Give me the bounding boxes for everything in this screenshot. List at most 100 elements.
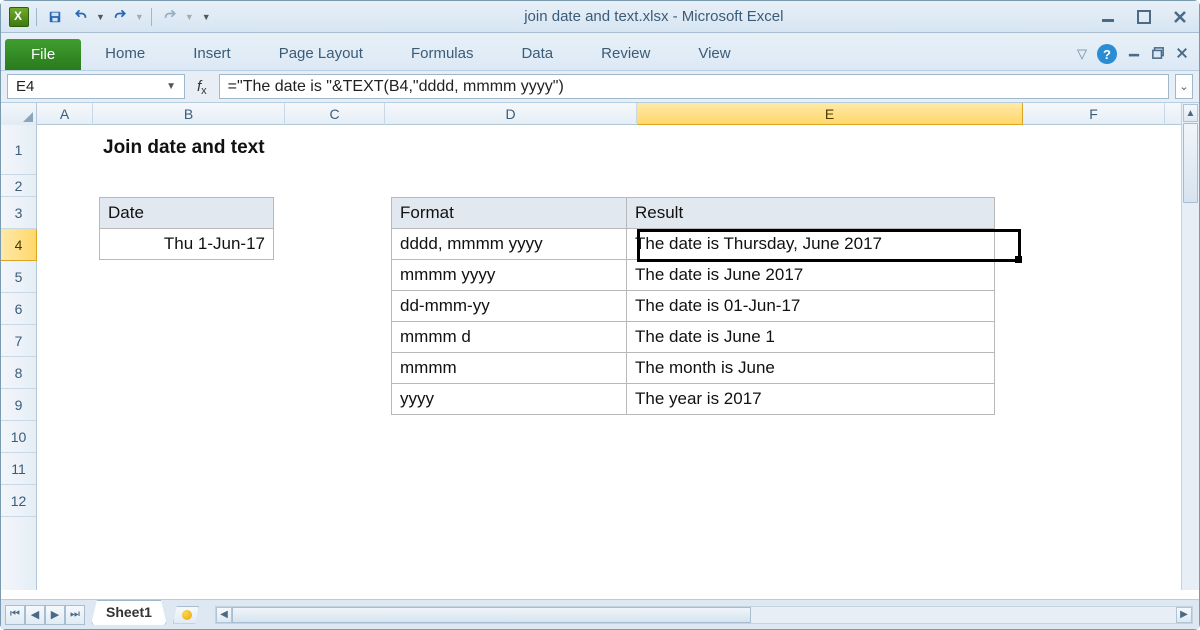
- ribbon-tabs: File Home Insert Page Layout Formulas Da…: [1, 33, 1199, 71]
- workbook-close-button[interactable]: [1175, 47, 1189, 62]
- ribbon-collapse-icon[interactable]: ▽: [1077, 46, 1087, 62]
- format-cell[interactable]: dddd, mmmm yyyy: [392, 229, 627, 260]
- fx-icon[interactable]: fx: [191, 78, 213, 95]
- save-button[interactable]: [44, 6, 66, 28]
- redo-button-2[interactable]: [159, 6, 181, 28]
- date-value[interactable]: Thu 1-Jun-17: [100, 229, 274, 260]
- sheet-tab-1[interactable]: Sheet1: [91, 600, 167, 625]
- close-icon: [1172, 10, 1188, 24]
- format-cell[interactable]: dd-mmm-yy: [392, 291, 627, 322]
- tab-page-layout[interactable]: Page Layout: [255, 37, 387, 70]
- table-row: mmmm dThe date is June 1: [392, 322, 995, 353]
- window-controls: [1097, 8, 1191, 26]
- formula-input[interactable]: ="The date is "&TEXT(B4,"dddd, mmmm yyyy…: [219, 74, 1169, 99]
- table-row: dddd, mmmm yyyyThe date is Thursday, Jun…: [392, 229, 995, 260]
- table-row: yyyyThe year is 2017: [392, 384, 995, 415]
- maximize-button[interactable]: [1133, 8, 1155, 26]
- vertical-scrollbar[interactable]: ▲: [1181, 103, 1199, 590]
- format-result-table: Format Result dddd, mmmm yyyyThe date is…: [391, 197, 995, 415]
- result-header: Result: [627, 198, 995, 229]
- redo-icon: [113, 10, 127, 24]
- excel-icon[interactable]: [9, 7, 29, 27]
- redo-button[interactable]: [109, 6, 131, 28]
- workbook-restore-button[interactable]: [1151, 47, 1165, 62]
- scroll-left-button[interactable]: ◀: [216, 607, 232, 623]
- chevron-down-icon[interactable]: ▼: [166, 81, 176, 92]
- vscroll-thumb[interactable]: [1183, 123, 1198, 203]
- row-header-3[interactable]: 3: [1, 197, 36, 229]
- last-sheet-button[interactable]: ⏭: [65, 605, 85, 625]
- result-cell[interactable]: The month is June: [627, 353, 995, 384]
- scroll-up-button[interactable]: ▲: [1183, 104, 1198, 122]
- col-header-A[interactable]: A: [37, 103, 93, 125]
- prev-sheet-button[interactable]: ◀: [25, 605, 45, 625]
- minimize-icon: [1100, 10, 1116, 24]
- horizontal-scrollbar[interactable]: ◀ ▶: [215, 606, 1193, 624]
- undo-button[interactable]: [70, 6, 92, 28]
- result-cell[interactable]: The year is 2017: [627, 384, 995, 415]
- tab-data[interactable]: Data: [497, 37, 577, 70]
- close-button[interactable]: [1169, 8, 1191, 26]
- result-cell[interactable]: The date is Thursday, June 2017: [627, 229, 995, 260]
- tab-insert[interactable]: Insert: [169, 37, 255, 70]
- file-tab[interactable]: File: [5, 39, 81, 70]
- row-header-2[interactable]: 2: [1, 175, 36, 197]
- row-header-7[interactable]: 7: [1, 325, 36, 357]
- format-cell[interactable]: mmmm yyyy: [392, 260, 627, 291]
- row-header-5[interactable]: 5: [1, 261, 36, 293]
- row-header-10[interactable]: 10: [1, 421, 36, 453]
- name-box[interactable]: E4 ▼: [7, 74, 185, 99]
- table-row: mmmmThe month is June: [392, 353, 995, 384]
- tab-review[interactable]: Review: [577, 37, 674, 70]
- date-header: Date: [100, 198, 274, 229]
- table-row: dd-mmm-yyThe date is 01-Jun-17: [392, 291, 995, 322]
- column-headers: A B C D E F: [1, 103, 1181, 125]
- col-header-C[interactable]: C: [285, 103, 385, 125]
- worksheet-grid[interactable]: A B C D E F 123456789101112 Join date an…: [1, 103, 1199, 590]
- formula-bar-expand[interactable]: ⌄: [1175, 74, 1193, 99]
- redo-icon: [163, 10, 177, 24]
- help-button[interactable]: ?: [1097, 44, 1117, 64]
- cells-area[interactable]: Join date and text Date Thu 1-Jun-17 For…: [37, 125, 1181, 590]
- tab-view[interactable]: View: [674, 37, 754, 70]
- row-header-4[interactable]: 4: [1, 229, 37, 261]
- row-header-8[interactable]: 8: [1, 357, 36, 389]
- scroll-right-button[interactable]: ▶: [1176, 607, 1192, 623]
- col-header-D[interactable]: D: [385, 103, 637, 125]
- minimize-button[interactable]: [1097, 8, 1119, 26]
- result-cell[interactable]: The date is 01-Jun-17: [627, 291, 995, 322]
- sheet-tab-bar: ⏮ ◀ ▶ ⏭ Sheet1 ◀ ▶: [1, 599, 1199, 629]
- tab-formulas[interactable]: Formulas: [387, 37, 498, 70]
- date-table: Date Thu 1-Jun-17: [99, 197, 274, 260]
- col-header-F[interactable]: F: [1023, 103, 1165, 125]
- format-cell[interactable]: mmmm: [392, 353, 627, 384]
- result-cell[interactable]: The date is June 2017: [627, 260, 995, 291]
- tab-home[interactable]: Home: [81, 37, 169, 70]
- window-title: join date and text.xlsx - Microsoft Exce…: [211, 8, 1097, 25]
- new-sheet-button[interactable]: [173, 606, 199, 624]
- workbook-minimize-button[interactable]: [1127, 47, 1141, 62]
- col-header-E[interactable]: E: [637, 103, 1023, 125]
- format-cell[interactable]: yyyy: [392, 384, 627, 415]
- hscroll-thumb[interactable]: [232, 607, 751, 623]
- formula-text: ="The date is "&TEXT(B4,"dddd, mmmm yyyy…: [228, 78, 564, 96]
- quick-access-toolbar: ▼ ▼ ▼ ▼: [9, 6, 211, 28]
- row-header-1[interactable]: 1: [1, 125, 36, 175]
- row-header-9[interactable]: 9: [1, 389, 36, 421]
- name-box-value: E4: [16, 78, 34, 95]
- result-cell[interactable]: The date is June 1: [627, 322, 995, 353]
- col-header-B[interactable]: B: [93, 103, 285, 125]
- format-header: Format: [392, 198, 627, 229]
- undo-icon: [74, 10, 88, 24]
- row-header-6[interactable]: 6: [1, 293, 36, 325]
- fill-handle[interactable]: [1015, 256, 1022, 263]
- row-header-12[interactable]: 12: [1, 485, 36, 517]
- format-cell[interactable]: mmmm d: [392, 322, 627, 353]
- next-sheet-button[interactable]: ▶: [45, 605, 65, 625]
- sheet-heading: Join date and text: [103, 137, 265, 159]
- table-row: mmmm yyyyThe date is June 2017: [392, 260, 995, 291]
- row-header-11[interactable]: 11: [1, 453, 36, 485]
- select-all-corner[interactable]: [1, 103, 37, 125]
- formula-bar: E4 ▼ fx ="The date is "&TEXT(B4,"dddd, m…: [1, 71, 1199, 103]
- first-sheet-button[interactable]: ⏮: [5, 605, 25, 625]
